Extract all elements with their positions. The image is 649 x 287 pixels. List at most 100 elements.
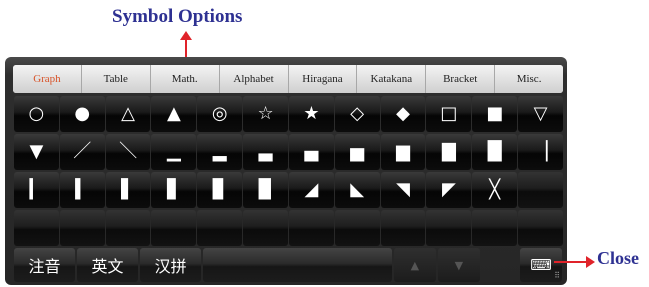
symbol-key[interactable]: ◇: [334, 96, 380, 132]
empty-symbol-key[interactable]: [59, 210, 105, 246]
symbol-glyph: ▍: [75, 179, 90, 200]
empty-symbol-key[interactable]: [243, 210, 288, 246]
symbol-row: ▼ ／ ＼ ▁ ▂ ▃ ▄ ▅ ▆ ▇ █ ▕: [14, 134, 564, 170]
symbol-key[interactable]: △: [105, 96, 151, 132]
symbol-key[interactable]: ▌: [105, 172, 151, 208]
symbol-key[interactable]: ◆: [380, 96, 426, 132]
tab-math[interactable]: Math.: [150, 65, 220, 93]
tab-hiragana[interactable]: Hiragana: [288, 65, 358, 93]
symbol-key[interactable]: ／: [59, 134, 105, 170]
pinyin-key[interactable]: 汉拼: [140, 248, 202, 282]
symbol-glyph: ▕: [533, 141, 548, 162]
empty-symbol-key[interactable]: [334, 210, 380, 246]
symbol-key[interactable]: ○: [14, 96, 59, 132]
symbol-key[interactable]: ▽: [518, 96, 563, 132]
empty-symbol-key[interactable]: [151, 210, 197, 246]
symbol-glyph: ▄: [304, 141, 319, 162]
symbol-glyph: ▼: [29, 141, 44, 162]
symbol-glyph: ▅: [350, 141, 365, 162]
resize-grip-icon[interactable]: ⠿: [554, 271, 560, 280]
symbol-key[interactable]: ▇: [426, 134, 472, 170]
page-down-button[interactable]: ▼: [437, 248, 480, 282]
empty-symbol-key[interactable]: [105, 210, 151, 246]
empty-symbol-key[interactable]: [380, 210, 426, 246]
symbol-key[interactable]: ▎: [14, 172, 59, 208]
symbol-key[interactable]: ▍: [59, 172, 105, 208]
close-keyboard-button[interactable]: ⌨ ⠿: [520, 248, 562, 282]
symbol-key[interactable]: ▃: [243, 134, 288, 170]
space-key[interactable]: [203, 248, 392, 282]
symbol-keyboard: Graph Table Math. Alphabet Hiragana Kata…: [5, 57, 567, 285]
close-annotation: Close: [597, 248, 639, 268]
symbol-key[interactable]: ■: [472, 96, 518, 132]
symbol-glyph: ○: [28, 103, 45, 124]
tab-graph[interactable]: Graph: [13, 65, 82, 93]
symbol-tab-bar: Graph Table Math. Alphabet Hiragana Kata…: [13, 65, 563, 93]
symbol-glyph: ▁: [166, 141, 181, 162]
symbol-glyph: ▽: [533, 103, 548, 124]
symbol-key[interactable]: ╳: [472, 172, 518, 208]
symbol-key[interactable]: ＼: [105, 134, 151, 170]
symbol-glyph: □: [440, 103, 458, 124]
symbol-key[interactable]: ◎: [197, 96, 243, 132]
empty-symbol-key[interactable]: [518, 210, 563, 246]
empty-symbol-key[interactable]: [14, 210, 59, 246]
tab-alphabet[interactable]: Alphabet: [219, 65, 289, 93]
symbol-grid: ○ ● △ ▲ ◎ ☆ ★ ◇ ◆ □ ■ ▽ ▼ ／ ＼ ▁ ▂ ▃ ▄ ▅ ▆ ▇ █ ▕ ▎ ▍ ▌ ▋ ▊ ▉ ◢ ◣ ◥ ◤ ╳: [14, 96, 564, 248]
symbol-key[interactable]: ▁: [151, 134, 197, 170]
symbol-glyph: ★: [303, 103, 320, 124]
symbol-glyph: ▊: [212, 179, 227, 200]
symbol-key[interactable]: ▆: [380, 134, 426, 170]
symbol-key[interactable]: ◢: [288, 172, 334, 208]
symbol-glyph: ☆: [257, 103, 274, 124]
empty-symbol-key[interactable]: [426, 210, 472, 246]
symbol-glyph: ▎: [29, 179, 44, 200]
symbol-glyph: ●: [74, 103, 91, 124]
symbol-key[interactable]: ▅: [334, 134, 380, 170]
symbol-key[interactable]: ◤: [426, 172, 472, 208]
page-up-button[interactable]: ▲: [393, 248, 436, 282]
symbol-key[interactable]: ★: [288, 96, 334, 132]
symbol-glyph: ▉: [258, 179, 273, 200]
symbol-key[interactable]: ☆: [243, 96, 288, 132]
symbol-row: ▎ ▍ ▌ ▋ ▊ ▉ ◢ ◣ ◥ ◤ ╳: [14, 172, 564, 208]
zhuyin-key[interactable]: 注音: [14, 248, 76, 282]
symbol-glyph: ╳: [489, 179, 501, 200]
tab-bracket[interactable]: Bracket: [426, 65, 496, 93]
symbol-glyph: ＼: [119, 141, 138, 162]
symbol-key[interactable]: ●: [59, 96, 105, 132]
symbol-glyph: ▌: [121, 179, 135, 200]
symbol-glyph: ◆: [396, 103, 410, 124]
symbol-options-annotation: Symbol Options: [112, 6, 243, 27]
tab-katakana[interactable]: Katakana: [357, 65, 427, 93]
symbol-glyph: ▋: [166, 179, 181, 200]
symbol-glyph: △: [121, 103, 135, 124]
tab-table[interactable]: Table: [81, 65, 151, 93]
symbol-key[interactable]: ▉: [243, 172, 288, 208]
symbol-key[interactable]: ◥: [380, 172, 426, 208]
symbol-key[interactable]: □: [426, 96, 472, 132]
english-key[interactable]: 英文: [77, 248, 139, 282]
symbol-key[interactable]: ▋: [151, 172, 197, 208]
symbol-key[interactable]: ▊: [197, 172, 243, 208]
symbol-glyph: ◥: [396, 179, 410, 200]
symbol-glyph: ◢: [304, 179, 319, 200]
symbol-key[interactable]: ▄: [288, 134, 334, 170]
empty-symbol-key[interactable]: [518, 172, 563, 208]
symbol-glyph: ◤: [441, 179, 456, 200]
symbol-glyph: ▆: [396, 141, 410, 162]
symbol-key[interactable]: ▲: [151, 96, 197, 132]
symbol-key[interactable]: ▼: [14, 134, 59, 170]
symbol-glyph: ◣: [350, 179, 365, 200]
empty-symbol-key[interactable]: [288, 210, 334, 246]
symbol-key[interactable]: ▂: [197, 134, 243, 170]
symbol-key[interactable]: █: [472, 134, 518, 170]
symbol-key[interactable]: ▕: [518, 134, 563, 170]
empty-symbol-key[interactable]: [472, 210, 518, 246]
symbol-row: ○ ● △ ▲ ◎ ☆ ★ ◇ ◆ □ ■ ▽: [14, 96, 564, 132]
symbol-glyph: ／: [73, 141, 92, 162]
symbol-key[interactable]: ◣: [334, 172, 380, 208]
symbol-glyph: ▲: [166, 103, 181, 124]
empty-symbol-key[interactable]: [197, 210, 243, 246]
tab-misc[interactable]: Misc.: [495, 65, 563, 93]
